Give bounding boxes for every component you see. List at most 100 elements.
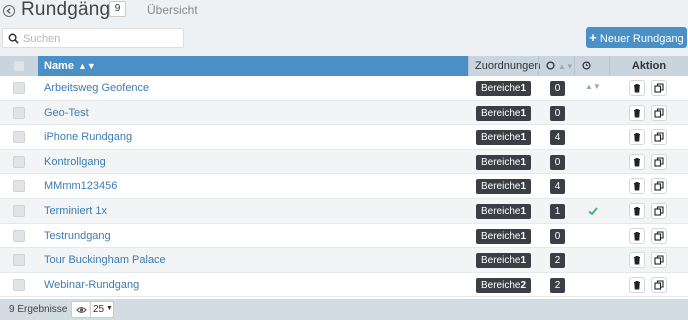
rundgang-name-link[interactable]: Webinar-Rundgang xyxy=(44,279,139,291)
row-checkbox[interactable] xyxy=(13,278,25,291)
delete-button[interactable] xyxy=(629,252,645,269)
delete-button[interactable] xyxy=(629,104,645,121)
bereiche-badge[interactable]: Bereiche 1 xyxy=(476,204,531,219)
copy-button[interactable] xyxy=(651,104,667,121)
bereiche-badge[interactable]: Bereiche 1 xyxy=(476,228,531,244)
copy-button[interactable] xyxy=(651,276,667,293)
row-checkbox[interactable] xyxy=(13,106,25,119)
copy-button[interactable] xyxy=(651,203,667,219)
bereiche-badge[interactable]: Bereiche 1 xyxy=(476,105,531,121)
rundgang-name-link[interactable]: Terminiert 1x xyxy=(44,205,107,217)
bereiche-count: 1 xyxy=(520,230,526,242)
bereiche-label: Bereiche xyxy=(481,255,521,267)
column-header-status[interactable]: ▲▼ xyxy=(538,56,574,76)
bereiche-label: Bereiche xyxy=(481,83,521,94)
status-count-badge: 1 xyxy=(550,204,565,219)
delete-button[interactable] xyxy=(629,153,645,170)
copy-button[interactable] xyxy=(651,227,667,244)
check-icon xyxy=(588,207,598,216)
status-count-badge: 4 xyxy=(550,179,565,195)
rundgang-name-link[interactable]: Geo-Test xyxy=(44,107,89,119)
table-row[interactable]: Kontrollgang Bereiche 1 0 xyxy=(0,149,688,175)
copy-icon xyxy=(654,108,664,118)
copy-button[interactable] xyxy=(651,80,667,96)
column-header-zuordnungen[interactable]: Zuordnungen xyxy=(468,56,541,76)
table-row[interactable]: Webinar-Rundgang Bereiche 2 2 xyxy=(0,273,688,298)
new-rundgang-button[interactable]: + Neuer Rundgang xyxy=(586,27,687,48)
rundgang-name-link[interactable]: Tour Buckingham Palace xyxy=(44,254,166,266)
trash-icon xyxy=(634,108,640,118)
back-circle-icon[interactable] xyxy=(3,5,15,17)
row-checkbox[interactable] xyxy=(13,180,25,193)
search-box xyxy=(2,28,184,48)
delete-button[interactable] xyxy=(629,203,645,219)
status-count-badge: 0 xyxy=(550,154,565,170)
copy-icon xyxy=(654,181,664,191)
row-checkbox[interactable] xyxy=(13,155,25,168)
column-header-zuordnungen-label: Zuordnungen xyxy=(475,60,541,72)
trash-icon xyxy=(634,256,640,265)
bereiche-label: Bereiche xyxy=(481,107,521,119)
trash-icon xyxy=(634,157,640,167)
table-row[interactable]: Terminiert 1x Bereiche 1 1 xyxy=(0,199,688,224)
table-row[interactable]: Testrundgang Bereiche 1 0 xyxy=(0,224,688,249)
rundgang-name-link[interactable]: iPhone Rundgang xyxy=(44,131,132,143)
trash-icon xyxy=(634,280,640,290)
delete-button[interactable] xyxy=(629,129,645,146)
bereiche-badge[interactable]: Bereiche 1 xyxy=(476,253,531,269)
copy-button[interactable] xyxy=(651,178,667,195)
bereiche-badge[interactable]: Bereiche 1 xyxy=(476,154,531,170)
copy-button[interactable] xyxy=(651,129,667,146)
page-size-select[interactable]: 25 ▼ xyxy=(71,301,114,318)
rundgang-name-link[interactable]: Testrundgang xyxy=(44,230,111,242)
circle-icon xyxy=(546,61,555,70)
row-checkbox[interactable] xyxy=(13,254,25,267)
rundgang-name-link[interactable]: Arbeitsweg Geofence xyxy=(44,82,149,94)
copy-button[interactable] xyxy=(651,252,667,269)
sort-icon: ▲▼ xyxy=(558,62,574,71)
column-header-name[interactable]: Name ▲▼ xyxy=(38,56,468,76)
trash-icon xyxy=(634,206,640,216)
table-row[interactable]: Tour Buckingham Palace Bereiche 1 2 xyxy=(0,248,688,273)
delete-button[interactable] xyxy=(629,227,645,244)
table-row[interactable]: MMmm123456 Bereiche 1 4 xyxy=(0,174,688,199)
trash-icon xyxy=(634,182,640,191)
bereiche-badge[interactable]: Bereiche 1 xyxy=(476,130,531,146)
delete-button[interactable] xyxy=(629,276,645,293)
row-checkbox[interactable] xyxy=(13,205,25,217)
row-checkbox[interactable] xyxy=(13,82,25,94)
header-check-cell xyxy=(0,56,38,76)
table-row[interactable]: Geo-Test Bereiche 1 0 xyxy=(0,100,688,126)
copy-icon xyxy=(654,83,664,93)
bereiche-count: 1 xyxy=(520,83,526,94)
table-row[interactable]: Arbeitsweg Geofence Bereiche 1 0 xyxy=(0,76,688,101)
copy-button[interactable] xyxy=(651,153,667,170)
row-checkbox[interactable] xyxy=(13,229,25,242)
page-title: Rundgänge xyxy=(21,0,122,20)
delete-button[interactable] xyxy=(629,178,645,195)
table-footer: 9 Ergebnisse 25 ▼ xyxy=(0,299,688,320)
bereiche-count: 1 xyxy=(520,156,526,168)
copy-icon xyxy=(654,231,664,241)
select-all-checkbox[interactable] xyxy=(13,60,25,72)
bereiche-badge[interactable]: Bereiche 1 xyxy=(476,81,531,96)
column-header-name-label: Name xyxy=(44,60,74,72)
row-checkbox[interactable] xyxy=(13,131,25,144)
bereiche-badge[interactable]: Bereiche 1 xyxy=(476,179,531,195)
column-header-aktion-label: Aktion xyxy=(631,60,667,72)
column-header-schedule[interactable]: ▲▼ xyxy=(574,56,609,91)
search-input[interactable] xyxy=(23,31,178,46)
bereiche-count: 1 xyxy=(520,132,526,144)
copy-icon xyxy=(654,157,664,167)
rundgang-name-link[interactable]: Kontrollgang xyxy=(44,156,106,168)
status-count-badge: 2 xyxy=(550,253,565,269)
delete-button[interactable] xyxy=(629,80,645,96)
table-row[interactable]: iPhone Rundgang Bereiche 1 4 xyxy=(0,125,688,150)
rundgang-name-link[interactable]: MMmm123456 xyxy=(44,180,117,192)
copy-icon xyxy=(654,206,664,216)
bereiche-badge[interactable]: Bereiche 2 xyxy=(476,277,531,293)
status-count-badge: 0 xyxy=(550,81,565,96)
count-badge: 9 xyxy=(109,1,126,17)
column-header-aktion: Aktion xyxy=(609,56,688,76)
bereiche-label: Bereiche xyxy=(481,230,521,242)
